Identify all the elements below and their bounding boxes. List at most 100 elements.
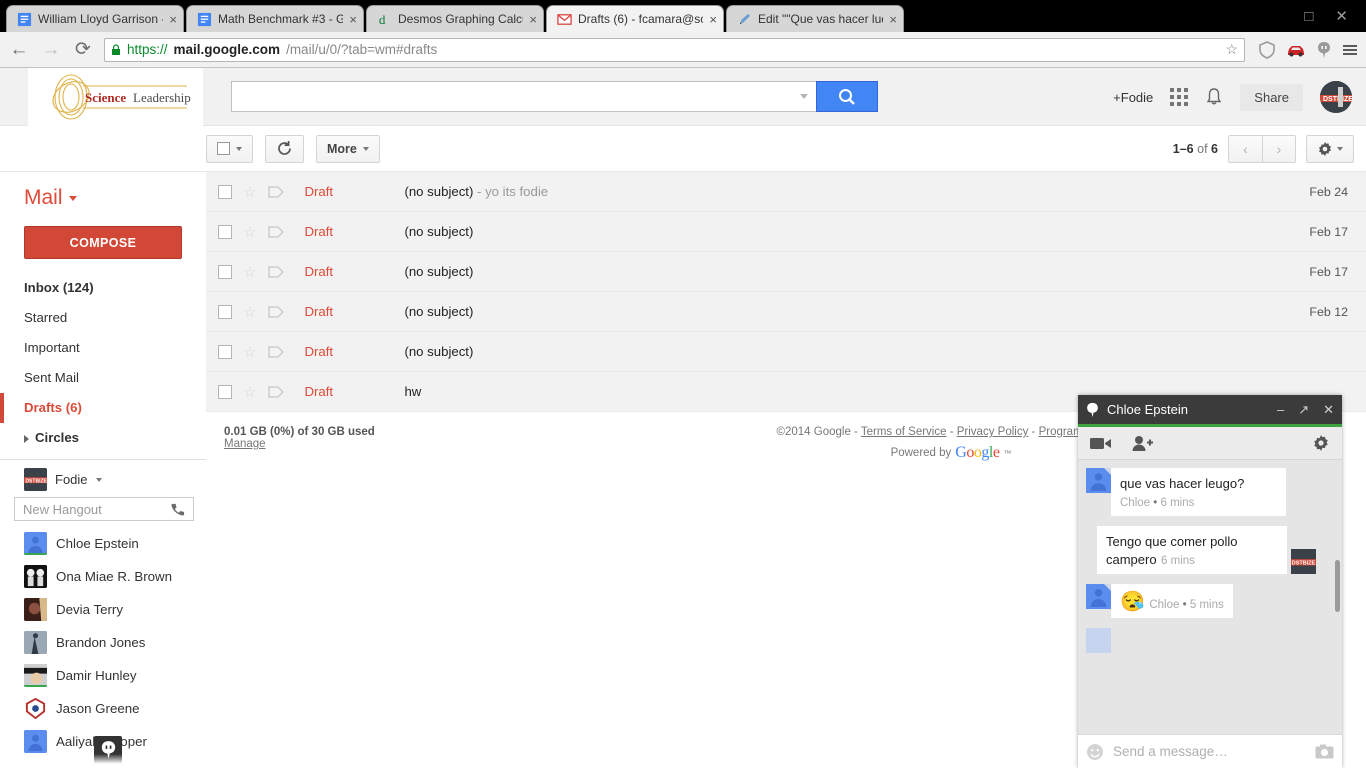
avatar[interactable]: DSTBIZE <box>1320 81 1352 113</box>
more-button[interactable]: More <box>316 134 380 163</box>
star-icon[interactable]: ☆ <box>243 183 256 201</box>
importance-marker-icon[interactable] <box>268 305 285 318</box>
sidebar-item-important[interactable]: Important <box>0 333 206 363</box>
camera-icon[interactable] <box>1315 744 1334 759</box>
reload-button[interactable]: ⟳ <box>72 38 94 61</box>
row-checkbox[interactable] <box>218 344 232 359</box>
contact-devia-terry[interactable]: Devia Terry <box>0 593 206 626</box>
tab-close-icon[interactable]: × <box>169 13 177 26</box>
next-page-button[interactable]: › <box>1262 134 1296 163</box>
compose-button[interactable]: COMPOSE <box>24 226 182 259</box>
chat-message-list[interactable]: que vas hacer leugo? Chloe • 6 mins Teng… <box>1078 460 1342 734</box>
row-checkbox[interactable] <box>218 184 232 199</box>
table-row[interactable]: ☆ Draft (no subject) <box>206 332 1366 372</box>
search-options-icon[interactable] <box>800 94 808 99</box>
chat-expand-button[interactable]: ↗ <box>1298 402 1309 418</box>
row-checkbox[interactable] <box>218 224 232 239</box>
chevron-down-icon[interactable] <box>95 477 102 482</box>
table-row[interactable]: ☆ Draft (no subject) Feb 12 <box>206 292 1366 332</box>
new-hangout-input[interactable]: New Hangout <box>14 497 194 521</box>
google-wordmark: Google <box>955 444 1000 461</box>
browser-tab-4-active[interactable]: Drafts (6) - fcamara@sci × <box>546 5 724 32</box>
importance-marker-icon[interactable] <box>268 345 285 358</box>
phone-icon[interactable] <box>170 502 185 517</box>
url-path: /mail/u/0/?tab=wm#drafts <box>286 42 438 57</box>
star-icon[interactable]: ☆ <box>243 223 256 241</box>
importance-marker-icon[interactable] <box>268 225 285 238</box>
back-button[interactable]: ← <box>8 39 30 61</box>
emoji-icon[interactable] <box>1086 743 1104 761</box>
sidebar-item-drafts[interactable]: Drafts (6) <box>0 393 206 423</box>
expand-triangle-icon[interactable] <box>24 434 29 443</box>
importance-marker-icon[interactable] <box>268 185 285 198</box>
browser-tab-1[interactable]: William Lloyd Garrison - × <box>6 5 184 32</box>
apps-grid-icon[interactable] <box>1170 88 1189 106</box>
chat-close-button[interactable]: ✕ <box>1323 402 1334 418</box>
star-icon[interactable]: ☆ <box>243 263 256 281</box>
sidebar-item-circles[interactable]: Circles <box>0 423 206 453</box>
refresh-button[interactable] <box>265 134 304 163</box>
sidebar-item-sent-mail[interactable]: Sent Mail <box>0 363 206 393</box>
row-checkbox[interactable] <box>218 304 232 319</box>
hangouts-account[interactable]: DSTBIZE Fodie <box>0 464 206 497</box>
browser-tab-5[interactable]: Edit ""Que vas hacer lueg × <box>726 5 904 32</box>
chat-message-input[interactable]: Send a message… <box>1113 744 1306 759</box>
importance-marker-icon[interactable] <box>268 385 285 398</box>
add-person-icon[interactable] <box>1132 435 1153 452</box>
gear-icon[interactable] <box>1312 434 1330 452</box>
tab-close-icon[interactable]: × <box>889 13 897 26</box>
message-bubble: que vas hacer leugo? Chloe • 6 mins <box>1111 468 1286 516</box>
contact-chloe-epstein[interactable]: Chloe Epstein <box>0 527 206 560</box>
car-icon[interactable] <box>1286 43 1306 57</box>
tab-close-icon[interactable]: × <box>529 13 537 26</box>
notifications-icon[interactable] <box>1205 87 1223 107</box>
shield-icon[interactable] <box>1259 40 1275 59</box>
tab-close-icon[interactable]: × <box>349 13 357 26</box>
chrome-menu-icon[interactable] <box>1342 43 1358 57</box>
tab-close-icon[interactable]: × <box>709 13 717 26</box>
chat-minimize-button[interactable]: – <box>1277 402 1284 417</box>
terms-link[interactable]: Terms of Service <box>861 426 947 438</box>
checkbox-icon[interactable] <box>217 142 230 155</box>
table-row[interactable]: ☆ Draft (no subject) Feb 17 <box>206 212 1366 252</box>
contact-jason-greene[interactable]: Jason Greene <box>0 692 206 725</box>
plus-profile-link[interactable]: +Fodie <box>1113 90 1153 105</box>
search-input[interactable] <box>240 88 800 105</box>
chat-scrollbar[interactable] <box>1335 560 1340 612</box>
sla-logo[interactable]: Science Leadership <box>28 67 203 126</box>
maximize-button[interactable]: □ <box>1304 9 1313 24</box>
table-row[interactable]: ☆ Draft (no subject) - yo its fodie Feb … <box>206 172 1366 212</box>
star-icon[interactable]: ☆ <box>243 383 256 401</box>
row-checkbox[interactable] <box>218 264 232 279</box>
select-all-button[interactable] <box>206 134 253 163</box>
privacy-link[interactable]: Privacy Policy <box>957 426 1029 438</box>
previous-page-button[interactable]: ‹ <box>1228 134 1262 163</box>
share-button[interactable]: Share <box>1240 83 1303 111</box>
close-window-button[interactable]: ✕ <box>1335 9 1348 24</box>
importance-marker-icon[interactable] <box>268 265 285 278</box>
chevron-down-icon[interactable] <box>236 146 242 151</box>
avatar <box>24 697 47 720</box>
search-button[interactable] <box>816 81 878 112</box>
contact-ona-miae-r-brown[interactable]: Ona Miae R. Brown <box>0 560 206 593</box>
forward-button[interactable]: → <box>40 39 62 61</box>
video-call-icon[interactable] <box>1090 436 1112 451</box>
mail-dropdown[interactable]: Mail <box>0 172 206 220</box>
hangouts-icon[interactable] <box>1317 41 1331 59</box>
bookmark-star-icon[interactable]: ☆ <box>1225 41 1238 58</box>
contact-brandon-jones[interactable]: Brandon Jones <box>0 626 206 659</box>
address-bar[interactable]: https:// mail.google.com/mail/u/0/?tab=wm… <box>104 37 1245 62</box>
sidebar-item-starred[interactable]: Starred <box>0 303 206 333</box>
row-checkbox[interactable] <box>218 384 232 399</box>
chat-input-bar[interactable]: Send a message… <box>1078 734 1342 768</box>
contact-damir-hunley[interactable]: Damir Hunley <box>0 659 206 692</box>
table-row[interactable]: ☆ Draft (no subject) Feb 17 <box>206 252 1366 292</box>
search-box[interactable] <box>231 81 816 112</box>
sidebar-item-inbox[interactable]: Inbox (124) <box>0 273 206 303</box>
manage-storage-link[interactable]: Manage <box>224 438 266 450</box>
browser-tab-3[interactable]: d Desmos Graphing Calcul × <box>366 5 544 32</box>
browser-tab-2[interactable]: Math Benchmark #3 - Go × <box>186 5 364 32</box>
settings-button[interactable] <box>1306 134 1354 163</box>
star-icon[interactable]: ☆ <box>243 343 256 361</box>
star-icon[interactable]: ☆ <box>243 303 256 321</box>
